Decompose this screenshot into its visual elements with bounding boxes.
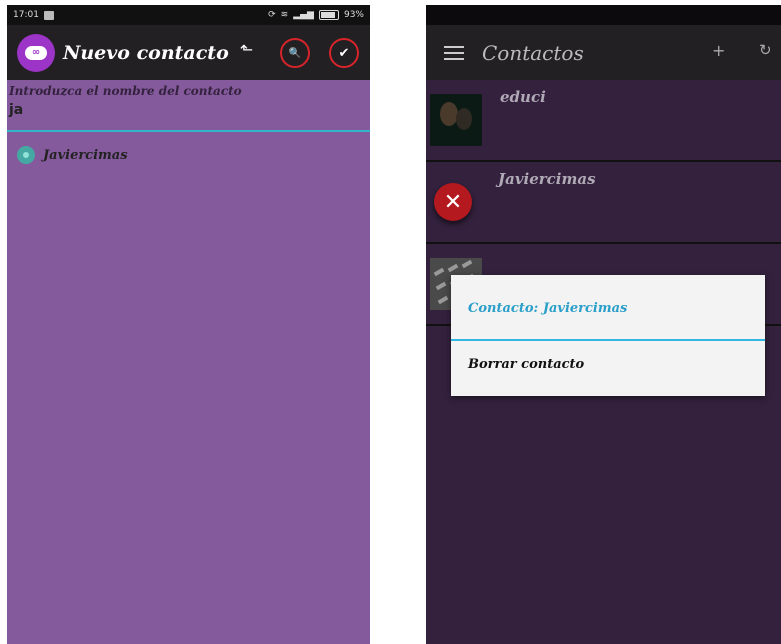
status-bar	[426, 5, 781, 25]
check-icon: ✔	[338, 45, 350, 61]
contact-avatar	[430, 94, 482, 146]
toolbar: Contactos + ↻	[426, 25, 781, 80]
contact-row[interactable]: ✕ Javiercimas	[426, 162, 781, 244]
signal-icon: ▂▄▆	[293, 10, 314, 20]
back-arrow-icon[interactable]: ⬑	[240, 40, 253, 59]
page-title: Contactos	[482, 40, 584, 65]
contact-name: Javiercimas	[498, 170, 596, 188]
battery-icon	[318, 10, 339, 20]
context-menu-dialog: Contacto: Javiercimas Borrar contacto	[451, 275, 765, 396]
dialog-title: Contacto: Javiercimas	[468, 301, 628, 316]
new-contact-screen: 17:01 ⟳ ≋ ▂▄▆ 93% ∞ Nuevo contacto ⬑ 🔍 ✔…	[7, 5, 370, 644]
sync-icon: ⟳	[268, 10, 276, 20]
toolbar: ∞ Nuevo contacto ⬑ 🔍 ✔	[7, 25, 370, 80]
add-contact-button[interactable]: +	[712, 41, 725, 60]
contact-row[interactable]: educi	[426, 80, 781, 162]
contact-status-icon	[17, 146, 35, 164]
search-icon: 🔍	[288, 47, 302, 59]
contact-name: educi	[500, 88, 546, 106]
battery-percent: 93%	[343, 10, 364, 20]
menu-icon[interactable]	[444, 45, 464, 60]
notification-icon	[43, 10, 54, 20]
close-icon: ✕	[434, 183, 472, 221]
app-logo-icon: ∞	[17, 33, 55, 72]
delete-contact-option[interactable]: Borrar contacto	[451, 341, 765, 372]
wifi-icon: ≋	[280, 10, 289, 20]
contacts-screen: Contactos + ↻ educi ✕ Javiercimas Contac…	[426, 5, 781, 644]
page-title: Nuevo contacto	[63, 41, 229, 64]
status-bar: 17:01 ⟳ ≋ ▂▄▆ 93%	[7, 5, 370, 25]
input-underline	[7, 130, 370, 132]
refresh-icon[interactable]: ↻	[759, 41, 772, 59]
suggestion-item[interactable]: Javiercimas	[17, 146, 370, 164]
search-button[interactable]: 🔍	[280, 38, 310, 68]
contact-name-label: Introduzca el nombre del contacto	[9, 84, 242, 98]
contact-name-input[interactable]: ja	[7, 98, 370, 124]
accept-button[interactable]: ✔	[329, 38, 359, 68]
status-time: 17:01	[13, 10, 39, 20]
suggestion-label: Javiercimas	[43, 147, 128, 163]
